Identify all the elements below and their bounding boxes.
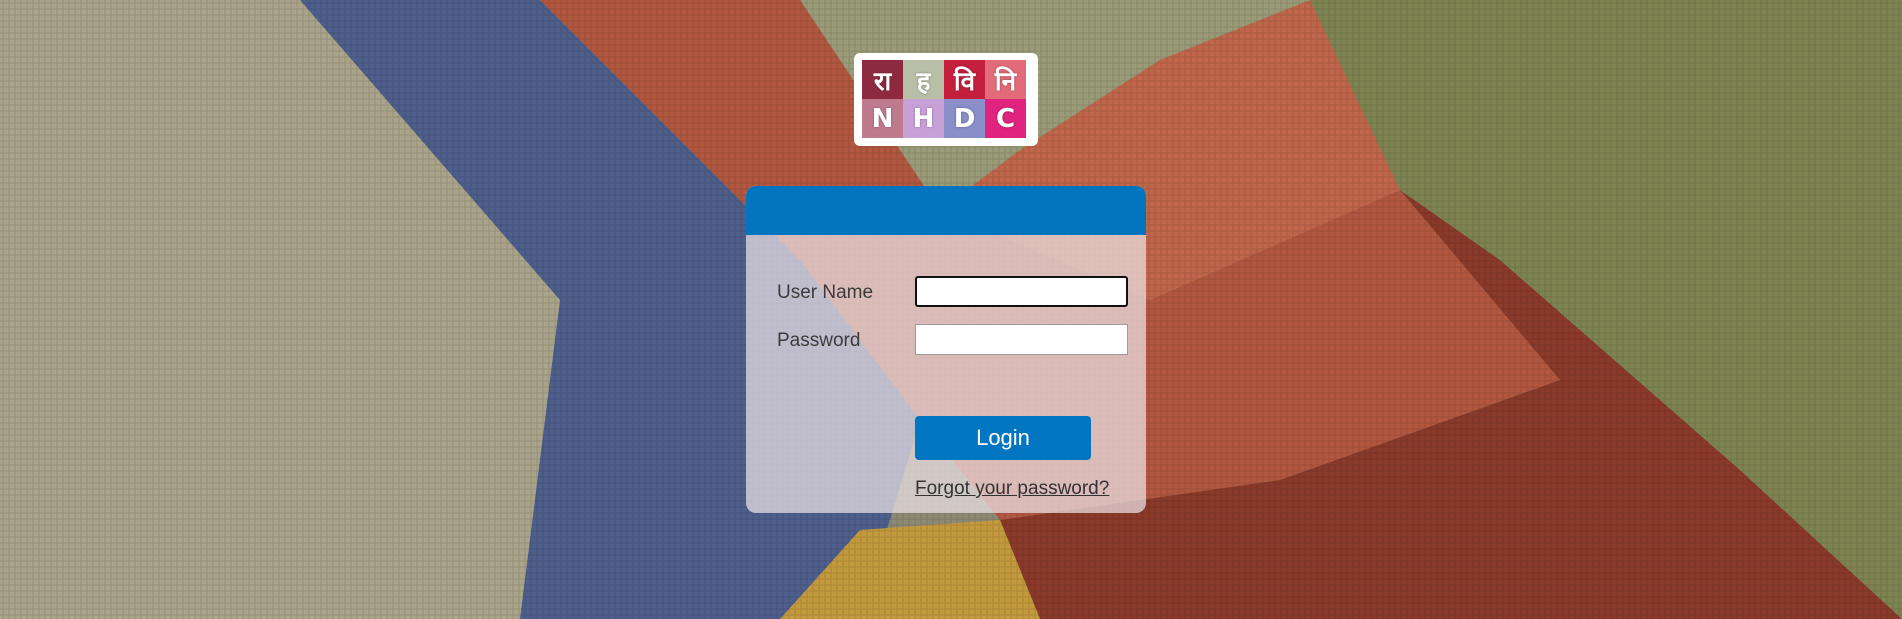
logo-cell-h: H (903, 99, 944, 138)
logo-cell-ni: नि (985, 60, 1026, 99)
logo-cell-c: C (985, 99, 1026, 138)
logo-cell-ra: रा (862, 60, 903, 99)
nhdc-logo: रा ह वि नि N H D C (854, 53, 1038, 146)
logo-cell-ha: ह (903, 60, 944, 99)
login-panel: User Name Password Login Forgot your pas… (746, 186, 1146, 513)
password-input[interactable] (915, 324, 1128, 355)
logo-cell-n: N (862, 99, 903, 138)
password-label: Password (777, 330, 861, 351)
forgot-password-link[interactable]: Forgot your password? (915, 478, 1109, 500)
username-label: User Name (777, 282, 874, 303)
login-panel-header (746, 186, 1146, 235)
logo-cell-d: D (944, 99, 985, 138)
login-button[interactable]: Login (915, 416, 1091, 460)
logo-cell-vi: वि (944, 60, 985, 99)
username-input[interactable] (915, 276, 1128, 307)
logo-grid: रा ह वि नि N H D C (862, 60, 1030, 138)
